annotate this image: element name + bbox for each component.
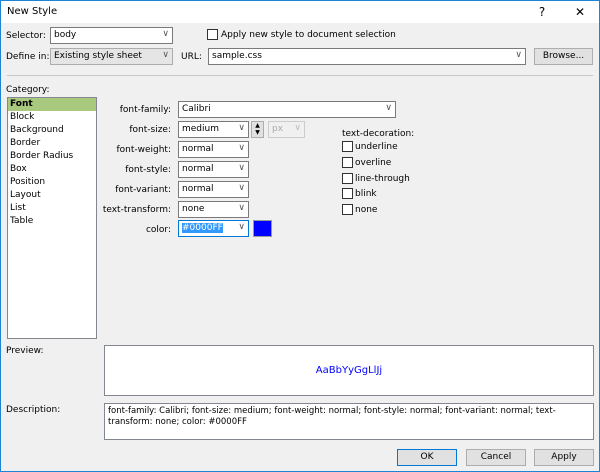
selector-label: Selector: [6, 31, 46, 41]
browse-button[interactable]: Browse... [534, 48, 593, 65]
font-weight-combo[interactable]: normal ∨ [178, 141, 249, 158]
blink-label: blink [355, 189, 377, 199]
preview-box: AaBbYyGgLlJj [104, 345, 594, 396]
overline-label: overline [355, 158, 392, 168]
none-label: none [355, 205, 378, 215]
color-value: #0000FF [182, 223, 223, 233]
close-button[interactable]: ✕ [567, 3, 593, 21]
chevron-down-icon: ∨ [238, 222, 245, 232]
chevron-down-icon: ∨ [238, 143, 245, 153]
selector-value: body [54, 30, 77, 40]
underline-label: underline [355, 142, 398, 152]
color-swatch-button[interactable] [253, 220, 272, 237]
chevron-down-icon: ∨ [162, 29, 169, 39]
font-family-value: Calibri [182, 104, 211, 114]
url-label: URL: [181, 52, 202, 62]
ok-button[interactable]: OK [397, 449, 457, 466]
selector-combo[interactable]: body ∨ [50, 27, 173, 44]
font-variant-combo[interactable]: normal ∨ [178, 181, 249, 198]
chevron-down-icon: ∨ [385, 103, 392, 113]
apply-button[interactable]: Apply [534, 449, 594, 466]
font-weight-label: font-weight: [116, 145, 171, 155]
separator [7, 75, 593, 76]
font-family-combo[interactable]: Calibri ∨ [178, 101, 396, 118]
font-size-combo[interactable]: medium ∨ [178, 121, 249, 138]
font-weight-value: normal [182, 144, 214, 154]
line-through-checkbox[interactable] [342, 173, 353, 184]
font-size-unit-combo: px ∨ [268, 121, 305, 138]
preview-sample: AaBbYyGgLlJj [315, 365, 383, 376]
chevron-down-icon: ∨ [238, 203, 245, 213]
blink-checkbox[interactable] [342, 188, 353, 199]
font-variant-label: font-variant: [115, 185, 171, 195]
font-size-label: font-size: [129, 125, 171, 135]
text-transform-value: none [182, 204, 205, 214]
chevron-down-icon: ∨ [162, 50, 169, 60]
chevron-down-icon: ∨ [238, 123, 245, 133]
define-in-combo[interactable]: Existing style sheet ∨ [50, 48, 173, 65]
chevron-down-icon: ∨ [515, 50, 522, 60]
font-size-spinner[interactable]: ▲ ▼ [251, 121, 264, 138]
define-in-label: Define in: [6, 52, 50, 62]
chevron-down-icon: ∨ [294, 123, 301, 133]
text-transform-label: text-transform: [102, 205, 171, 215]
dialog-title: New Style [7, 6, 58, 17]
font-size-unit-value: px [272, 124, 284, 134]
spin-down-icon[interactable]: ▼ [252, 129, 263, 136]
overline-checkbox[interactable] [342, 157, 353, 168]
chevron-down-icon: ∨ [238, 183, 245, 193]
text-decoration-label: text-decoration: [342, 129, 415, 139]
new-style-dialog: New Style ? ✕ Selector: body ∨ Apply new … [0, 0, 600, 472]
description-box: font-family: Calibri; font-size: medium;… [104, 403, 594, 440]
font-family-label: font-family: [119, 105, 171, 115]
url-combo[interactable]: sample.css ∨ [208, 48, 526, 65]
description-label: Description: [6, 405, 61, 415]
color-combo[interactable]: #0000FF ∨ [178, 220, 249, 237]
cancel-button[interactable]: Cancel [466, 449, 526, 466]
chevron-down-icon: ∨ [238, 163, 245, 173]
none-checkbox[interactable] [342, 204, 353, 215]
font-style-label: font-style: [125, 165, 171, 175]
apply-style-checkbox[interactable] [207, 29, 218, 40]
underline-checkbox[interactable] [342, 141, 353, 152]
title-bar: New Style ? ✕ [1, 1, 599, 23]
font-style-combo[interactable]: normal ∨ [178, 161, 249, 178]
spin-up-icon[interactable]: ▲ [252, 122, 263, 129]
text-transform-combo[interactable]: none ∨ [178, 201, 249, 218]
apply-style-label: Apply new style to document selection [221, 30, 396, 40]
font-style-value: normal [182, 164, 214, 174]
define-in-value: Existing style sheet [54, 51, 142, 61]
url-value: sample.css [212, 51, 262, 61]
help-button[interactable]: ? [529, 3, 555, 21]
font-variant-value: normal [182, 184, 214, 194]
category-label: Category: [6, 85, 50, 95]
font-size-value: medium [182, 124, 219, 134]
preview-label: Preview: [6, 346, 44, 356]
color-label: color: [145, 225, 171, 235]
line-through-label: line-through [355, 174, 410, 184]
